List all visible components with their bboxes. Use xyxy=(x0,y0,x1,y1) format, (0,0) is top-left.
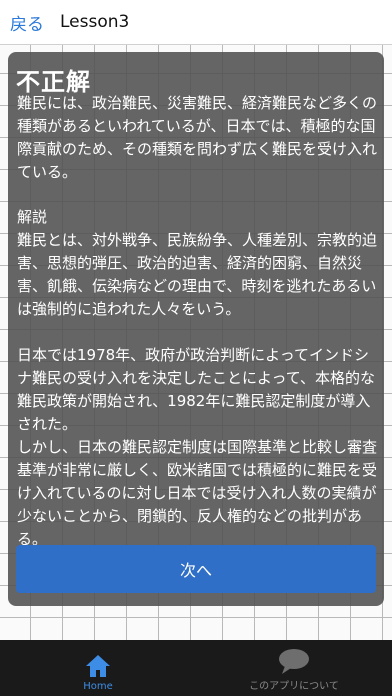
back-button[interactable]: 戻る xyxy=(10,10,44,35)
tab-home[interactable]: Home xyxy=(62,640,134,696)
tab-bar: Home このアプリについて xyxy=(0,640,392,696)
tab-home-label: Home xyxy=(83,681,113,692)
explanation-heading: 解説 xyxy=(17,208,48,226)
page-title: Lesson3 xyxy=(60,12,130,32)
explanation-paragraph-1: 難民とは、対外戦争、民族紛争、人種差別、宗教的迫害、思想的弾圧、政治的迫害、経済… xyxy=(17,231,378,318)
tab-about[interactable]: このアプリについて xyxy=(232,640,356,696)
home-icon xyxy=(86,655,110,677)
tab-about-label: このアプリについて xyxy=(249,681,339,692)
explanation-paragraph-3: しかし、日本の難民認定制度は国際基準と比較し審査基準が非常に厳しく、欧米諸国では… xyxy=(17,438,378,548)
explanation-paragraph-2: 日本では1978年、政府が政治判断によってインドシナ難民の受け入れを決定したこと… xyxy=(17,346,376,433)
speech-bubble-icon xyxy=(279,649,309,674)
top-bar: 戻る Lesson3 xyxy=(0,0,392,45)
next-button[interactable]: 次へ xyxy=(16,545,376,593)
question-text: 難民には、政治難民、災害難民、経済難民など多くの種類があるといわれているが、日本… xyxy=(17,94,378,181)
